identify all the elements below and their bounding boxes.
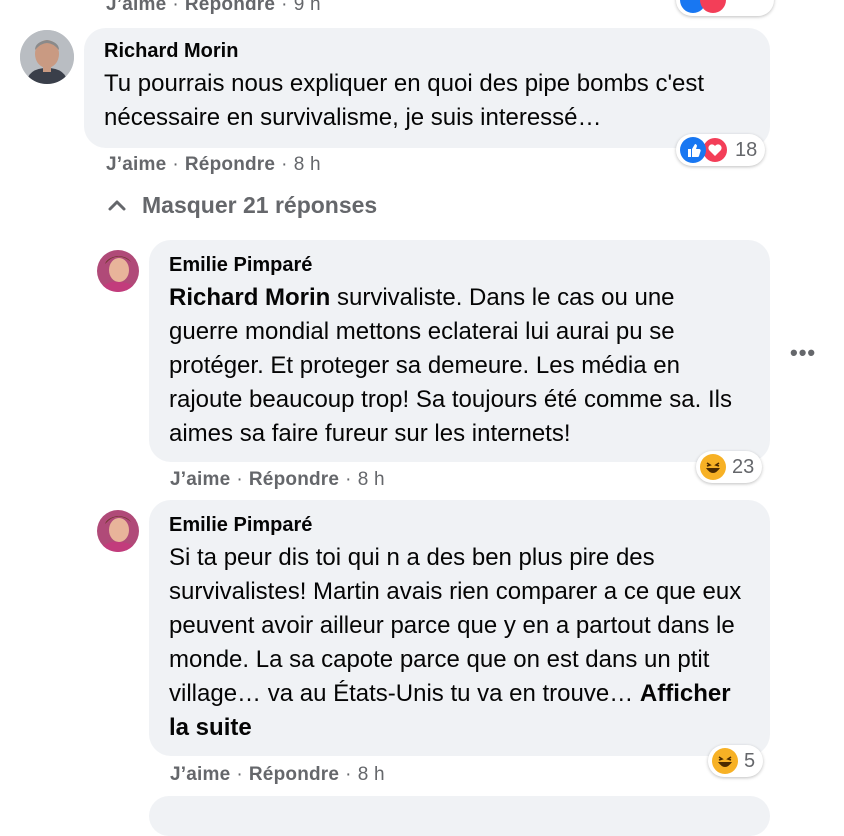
like-link[interactable]: J’aime [106, 0, 166, 15]
avatar-richard-morin[interactable] [20, 30, 74, 84]
separator-dot: · [281, 0, 288, 15]
separator-dot: · [345, 764, 352, 785]
reply-author[interactable]: Emilie Pimparé [169, 514, 750, 537]
separator-dot: · [172, 154, 179, 175]
chevron-up-icon [108, 200, 126, 210]
comment-text: Tu pourrais nous expliquer en quoi des p… [104, 70, 705, 131]
reply-link[interactable]: Répondre [249, 469, 339, 490]
like-link[interactable]: J’aime [106, 154, 166, 175]
next-reply-bubble [149, 796, 770, 836]
reply-text: Richard Morin survivaliste. Dans le cas … [169, 281, 750, 451]
timestamp: 8 h [293, 154, 321, 175]
avatar-image [20, 30, 74, 84]
reply-text: Si ta peur dis toi qui n a des ben plus … [169, 541, 750, 745]
reply-meta: J’aime · Répondre · 8 h [170, 469, 385, 491]
reactions-badge[interactable]: 5 [708, 745, 764, 777]
haha-icon [700, 454, 726, 480]
reaction-count: 23 [732, 455, 755, 478]
comment-author[interactable]: Richard Morin [104, 40, 750, 63]
previous-reactions-badge[interactable] [676, 0, 774, 16]
separator-dot: · [172, 0, 179, 15]
reply-author[interactable]: Emilie Pimparé [169, 254, 750, 277]
avatar-image [97, 250, 139, 292]
comment-meta: J’aime · Répondre · 8 h [106, 154, 321, 176]
like-icon [680, 137, 706, 163]
separator-dot: · [345, 469, 352, 490]
timestamp: 8 h [357, 469, 385, 490]
reactions-badge[interactable]: 23 [696, 451, 763, 483]
separator-dot: · [236, 764, 243, 785]
mention-link[interactable]: Richard Morin [169, 284, 330, 311]
timestamp: 8 h [357, 764, 385, 785]
reply-bubble: Emilie Pimparé Richard Morin survivalist… [149, 240, 770, 462]
avatar-image [97, 510, 139, 552]
timestamp: 9 h [293, 0, 321, 15]
reply-meta: J’aime · Répondre · 8 h [170, 764, 385, 786]
reactions-badge[interactable]: 18 [676, 134, 766, 166]
haha-icon [712, 748, 738, 774]
separator-dot: · [236, 469, 243, 490]
like-link[interactable]: J’aime [170, 764, 230, 785]
reaction-count: 18 [735, 138, 758, 161]
hide-replies-label: Masquer 21 réponses [142, 192, 378, 218]
more-options-icon[interactable]: ••• [790, 340, 816, 366]
reply-link[interactable]: Répondre [249, 764, 339, 785]
like-link[interactable]: J’aime [170, 469, 230, 490]
comment-bubble: Richard Morin Tu pourrais nous expliquer… [84, 28, 770, 148]
reply-link[interactable]: Répondre [185, 0, 275, 15]
avatar-emilie-pimpare[interactable] [97, 250, 139, 292]
avatar-emilie-pimpare[interactable] [97, 510, 139, 552]
reply-link[interactable]: Répondre [185, 154, 275, 175]
love-icon [700, 0, 726, 13]
reply-bubble: Emilie Pimparé Si ta peur dis toi qui n … [149, 500, 770, 756]
reaction-count: 5 [744, 749, 756, 772]
separator-dot: · [281, 154, 288, 175]
hide-replies-toggle[interactable]: Masquer 21 réponses [106, 192, 377, 219]
previous-comment-meta: J’aime · Répondre · 9 h [106, 0, 321, 16]
